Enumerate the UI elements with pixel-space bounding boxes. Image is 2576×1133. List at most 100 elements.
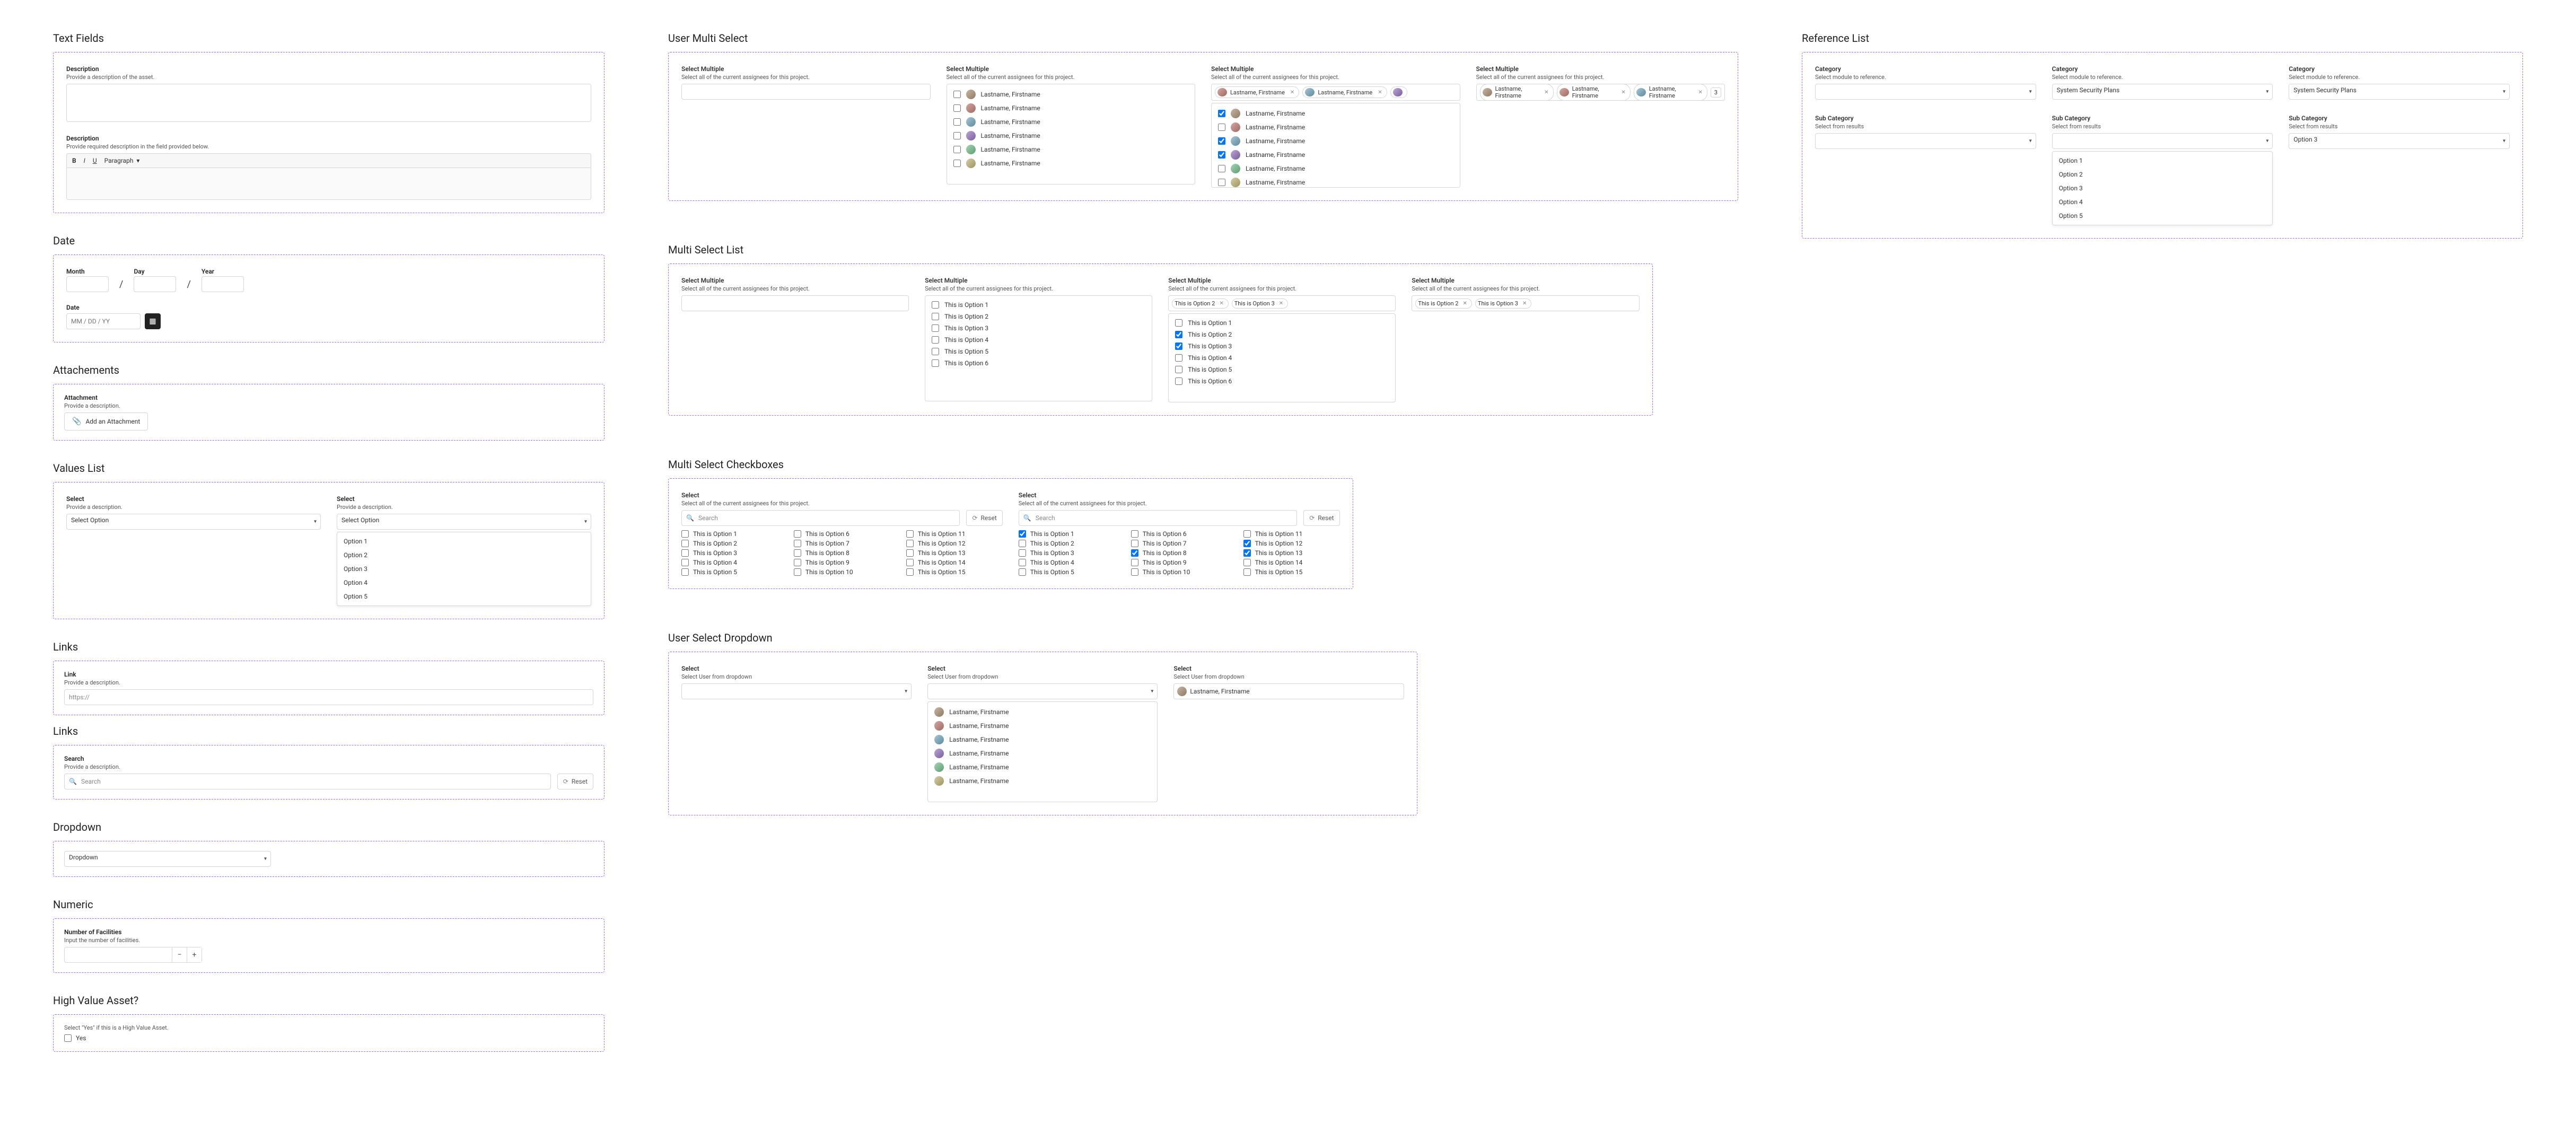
msl-input-empty[interactable]: [681, 295, 909, 311]
checkbox-item[interactable]: This is Option 4: [681, 559, 778, 566]
ref-subcategory-select[interactable]: [2052, 133, 2273, 149]
checkbox-item[interactable]: This is Option 10: [1131, 568, 1228, 576]
user-row[interactable]: Lastname, Firstname: [947, 156, 1195, 170]
chip-remove-icon[interactable]: ✕: [1219, 301, 1223, 306]
checkbox-item[interactable]: This is Option 12: [1243, 540, 1340, 547]
option-chip[interactable]: This is Option 3✕: [1232, 298, 1288, 309]
cbx-search-input[interactable]: 🔍Search: [681, 510, 960, 526]
user-row[interactable]: Lastname, Firstname: [1212, 120, 1460, 134]
dropdown-select[interactable]: Dropdown: [64, 851, 271, 867]
usd-select[interactable]: [681, 683, 912, 699]
checkbox-item[interactable]: This is Option 4: [1019, 559, 1115, 566]
msl-list[interactable]: This is Option 1 This is Option 2 This i…: [925, 295, 1152, 401]
checkbox-item[interactable]: This is Option 13: [1243, 549, 1340, 557]
user-chip[interactable]: Lastname, Firstname✕: [1302, 86, 1387, 98]
list-item[interactable]: This is Option 3: [925, 322, 1152, 334]
checkbox-item[interactable]: This is Option 8: [794, 549, 890, 557]
checkbox-item[interactable]: This is Option 2: [1019, 540, 1115, 547]
checkbox-item[interactable]: This is Option 2: [681, 540, 778, 547]
list-item[interactable]: This is Option 5: [1169, 364, 1395, 375]
decrement-button[interactable]: −: [172, 947, 187, 962]
richtext-body[interactable]: [66, 168, 591, 200]
vl-select-1[interactable]: Select Option: [66, 514, 321, 530]
user-row[interactable]: Lastname, Firstname: [928, 746, 1157, 760]
usd-select[interactable]: [927, 683, 1158, 699]
ref-option[interactable]: Option 5: [2053, 209, 2273, 223]
msl-list[interactable]: This is Option 1 This is Option 2 This i…: [1168, 313, 1396, 402]
increment-button[interactable]: +: [187, 947, 201, 962]
description-input-1[interactable]: [66, 84, 591, 122]
checkbox-item[interactable]: This is Option 5: [1019, 568, 1115, 576]
usd-list[interactable]: Lastname, Firstname Lastname, Firstname …: [927, 701, 1158, 802]
date-combined-input[interactable]: [66, 313, 141, 329]
checkbox-item[interactable]: This is Option 13: [906, 549, 1003, 557]
checkbox-item[interactable]: This is Option 14: [906, 559, 1003, 566]
user-row[interactable]: Lastname, Firstname: [947, 115, 1195, 129]
um-input-empty[interactable]: [681, 84, 931, 100]
ref-category-select[interactable]: System Security Plans: [2052, 84, 2273, 100]
ref-category-select[interactable]: System Security Plans: [2289, 84, 2510, 100]
user-row[interactable]: Lastname, Firstname: [947, 143, 1195, 156]
option-chip[interactable]: This is Option 2✕: [1415, 298, 1471, 309]
numeric-input[interactable]: [65, 947, 172, 962]
cbx-reset-button[interactable]: ⟳Reset: [1303, 510, 1339, 526]
list-item[interactable]: This is Option 4: [1169, 352, 1395, 364]
checkbox-item[interactable]: This is Option 3: [1019, 549, 1115, 557]
paragraph-dropdown[interactable]: Paragraph ▾: [104, 157, 140, 164]
reset-button[interactable]: ⟳ Reset: [557, 774, 593, 789]
user-chip[interactable]: Lastname, Firstname✕: [1215, 86, 1299, 98]
day-input[interactable]: [134, 276, 176, 292]
more-count-chip[interactable]: 3: [1711, 87, 1721, 98]
user-chip[interactable]: Lastname, Firstname✕: [1634, 84, 1707, 101]
search-input[interactable]: 🔍 Search: [64, 774, 551, 789]
bold-button[interactable]: B: [72, 157, 76, 164]
user-row[interactable]: Lastname, Firstname: [1212, 148, 1460, 162]
chip-remove-icon[interactable]: ✕: [1279, 301, 1283, 306]
checkbox-item[interactable]: This is Option 1: [1019, 530, 1115, 538]
year-input[interactable]: [201, 276, 244, 292]
um-chip-row[interactable]: Lastname, Firstname✕ Lastname, Firstname…: [1476, 84, 1725, 101]
chip-remove-icon[interactable]: ✕: [1462, 301, 1467, 306]
user-row[interactable]: Lastname, Firstname: [947, 101, 1195, 115]
user-row[interactable]: Lastname, Firstname: [928, 760, 1157, 774]
msl-chips-row[interactable]: This is Option 2✕ This is Option 3✕: [1168, 295, 1396, 311]
checkbox-item[interactable]: This is Option 3: [681, 549, 778, 557]
user-row[interactable]: Lastname, Firstname: [1212, 162, 1460, 175]
user-row[interactable]: Lastname, Firstname: [947, 87, 1195, 101]
list-item[interactable]: This is Option 3: [1169, 340, 1395, 352]
vl-option[interactable]: Option 5: [337, 590, 591, 603]
vl-option[interactable]: Option 3: [337, 562, 591, 576]
user-row[interactable]: Lastname, Firstname: [928, 774, 1157, 788]
ref-category-select[interactable]: [1815, 84, 2036, 100]
checkbox-item[interactable]: This is Option 9: [1131, 559, 1228, 566]
checkbox-item[interactable]: This is Option 6: [794, 530, 890, 538]
italic-button[interactable]: I: [84, 157, 85, 164]
list-item[interactable]: This is Option 6: [925, 357, 1152, 369]
user-chip[interactable]: Lastname, Firstname✕: [1557, 84, 1631, 101]
underline-button[interactable]: U: [93, 157, 97, 164]
list-item[interactable]: This is Option 5: [925, 346, 1152, 357]
chip-remove-icon[interactable]: ✕: [1544, 90, 1548, 95]
list-item[interactable]: This is Option 6: [1169, 375, 1395, 387]
user-row[interactable]: Lastname, Firstname: [947, 129, 1195, 143]
checkbox-item[interactable]: This is Option 5: [681, 568, 778, 576]
hva-checkbox[interactable]: [64, 1034, 72, 1042]
checkbox-item[interactable]: This is Option 15: [906, 568, 1003, 576]
hva-yes-row[interactable]: Yes: [64, 1034, 593, 1042]
chip-remove-icon[interactable]: ✕: [1621, 90, 1625, 95]
vl-option[interactable]: Option 4: [337, 576, 591, 590]
chip-remove-icon[interactable]: ✕: [1290, 90, 1294, 95]
add-attachment-button[interactable]: 📎 Add an Attachment: [64, 412, 148, 431]
list-item[interactable]: This is Option 1: [925, 299, 1152, 311]
msl-chips-row[interactable]: This is Option 2✕ This is Option 3✕: [1412, 295, 1639, 311]
user-row[interactable]: Lastname, Firstname: [1212, 175, 1460, 188]
checkbox-item[interactable]: This is Option 1: [681, 530, 778, 538]
list-item[interactable]: This is Option 1: [1169, 317, 1395, 329]
list-item[interactable]: This is Option 2: [925, 311, 1152, 322]
chip-remove-icon[interactable]: ✕: [1378, 90, 1382, 95]
user-row[interactable]: Lastname, Firstname: [1212, 134, 1460, 148]
option-chip[interactable]: This is Option 3✕: [1475, 298, 1531, 309]
user-row[interactable]: Lastname, Firstname: [928, 733, 1157, 746]
vl-select-2[interactable]: Select Option: [337, 514, 591, 530]
usd-selected[interactable]: Lastname, Firstname: [1173, 683, 1404, 699]
